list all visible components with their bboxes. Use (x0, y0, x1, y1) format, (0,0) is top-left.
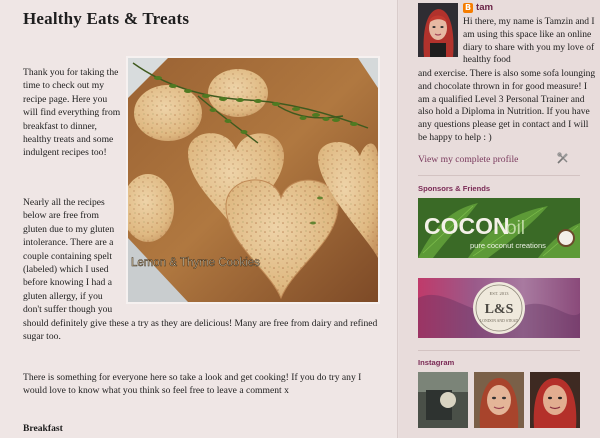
instagram-photo[interactable] (530, 372, 580, 428)
instagram-photo[interactable] (418, 372, 468, 428)
author-name-link[interactable]: tam (476, 2, 493, 13)
breakfast-heading: Breakfast (23, 423, 63, 434)
author-avatar[interactable] (418, 3, 458, 57)
post-paragraph-2: Nearly all the recipes below are free fr… (23, 197, 115, 316)
instagram-photo-image (418, 372, 468, 428)
about-me-continued: and exercise. There is also some sofa lo… (418, 69, 596, 143)
instagram-photo-image (474, 372, 524, 428)
ls-subtitle: LONDON AND STEAD (480, 319, 518, 323)
instagram-title: Instagram (418, 358, 455, 367)
post-title: Healthy Eats & Treats (23, 9, 190, 28)
sponsor-coconoil-banner[interactable]: COCON oil pure coconut creations (418, 198, 580, 258)
post-area: Healthy Eats & Treats Thank you for taki… (0, 0, 398, 438)
instagram-photo-image (530, 372, 580, 428)
coconoil-brand-suffix: oil (506, 218, 525, 239)
cookie-photo-image: Lemon & Thyme Cookies (128, 58, 378, 302)
post-paragraph-3: There is something for everyone here so … (23, 372, 362, 397)
blogger-icon: B (463, 3, 473, 13)
cookie-photo[interactable]: Lemon & Thyme Cookies (126, 56, 380, 304)
avatar-image (418, 3, 458, 57)
sponsor-ls-banner[interactable]: EST. 2013 L&S LONDON AND STEAD (418, 278, 580, 338)
instagram-grid (418, 372, 580, 430)
post-intro: Thank you for taking the time to check o… (23, 67, 121, 159)
screwdriver-wrench-icon[interactable] (557, 152, 569, 164)
ls-brand: L&S (485, 302, 514, 317)
view-profile-link[interactable]: View my complete profile (418, 154, 518, 165)
photo-caption: Lemon & Thyme Cookies (131, 257, 260, 269)
ls-logo: EST. 2013 L&S LONDON AND STEAD (418, 278, 580, 338)
sidebar: B tam Hi there, my name is Tamzin and I … (399, 0, 600, 438)
sidebar-divider (418, 175, 580, 176)
post-paragraph-2-continued: should definitely give these a try as th… (23, 318, 378, 343)
sponsors-title: Sponsors & Friends (418, 184, 491, 193)
instagram-photo[interactable] (474, 372, 524, 428)
blog-page: Healthy Eats & Treats Thank you for taki… (0, 0, 600, 438)
coconoil-tagline: pure coconut creations (470, 241, 546, 250)
about-me-short: Hi there, my name is Tamzin and I am usi… (463, 17, 595, 66)
coconoil-logo: COCON oil pure coconut creations (418, 198, 580, 258)
coconoil-brand: COCON (424, 213, 510, 239)
sidebar-divider (418, 350, 580, 351)
ls-est: EST. 2013 (490, 291, 510, 296)
